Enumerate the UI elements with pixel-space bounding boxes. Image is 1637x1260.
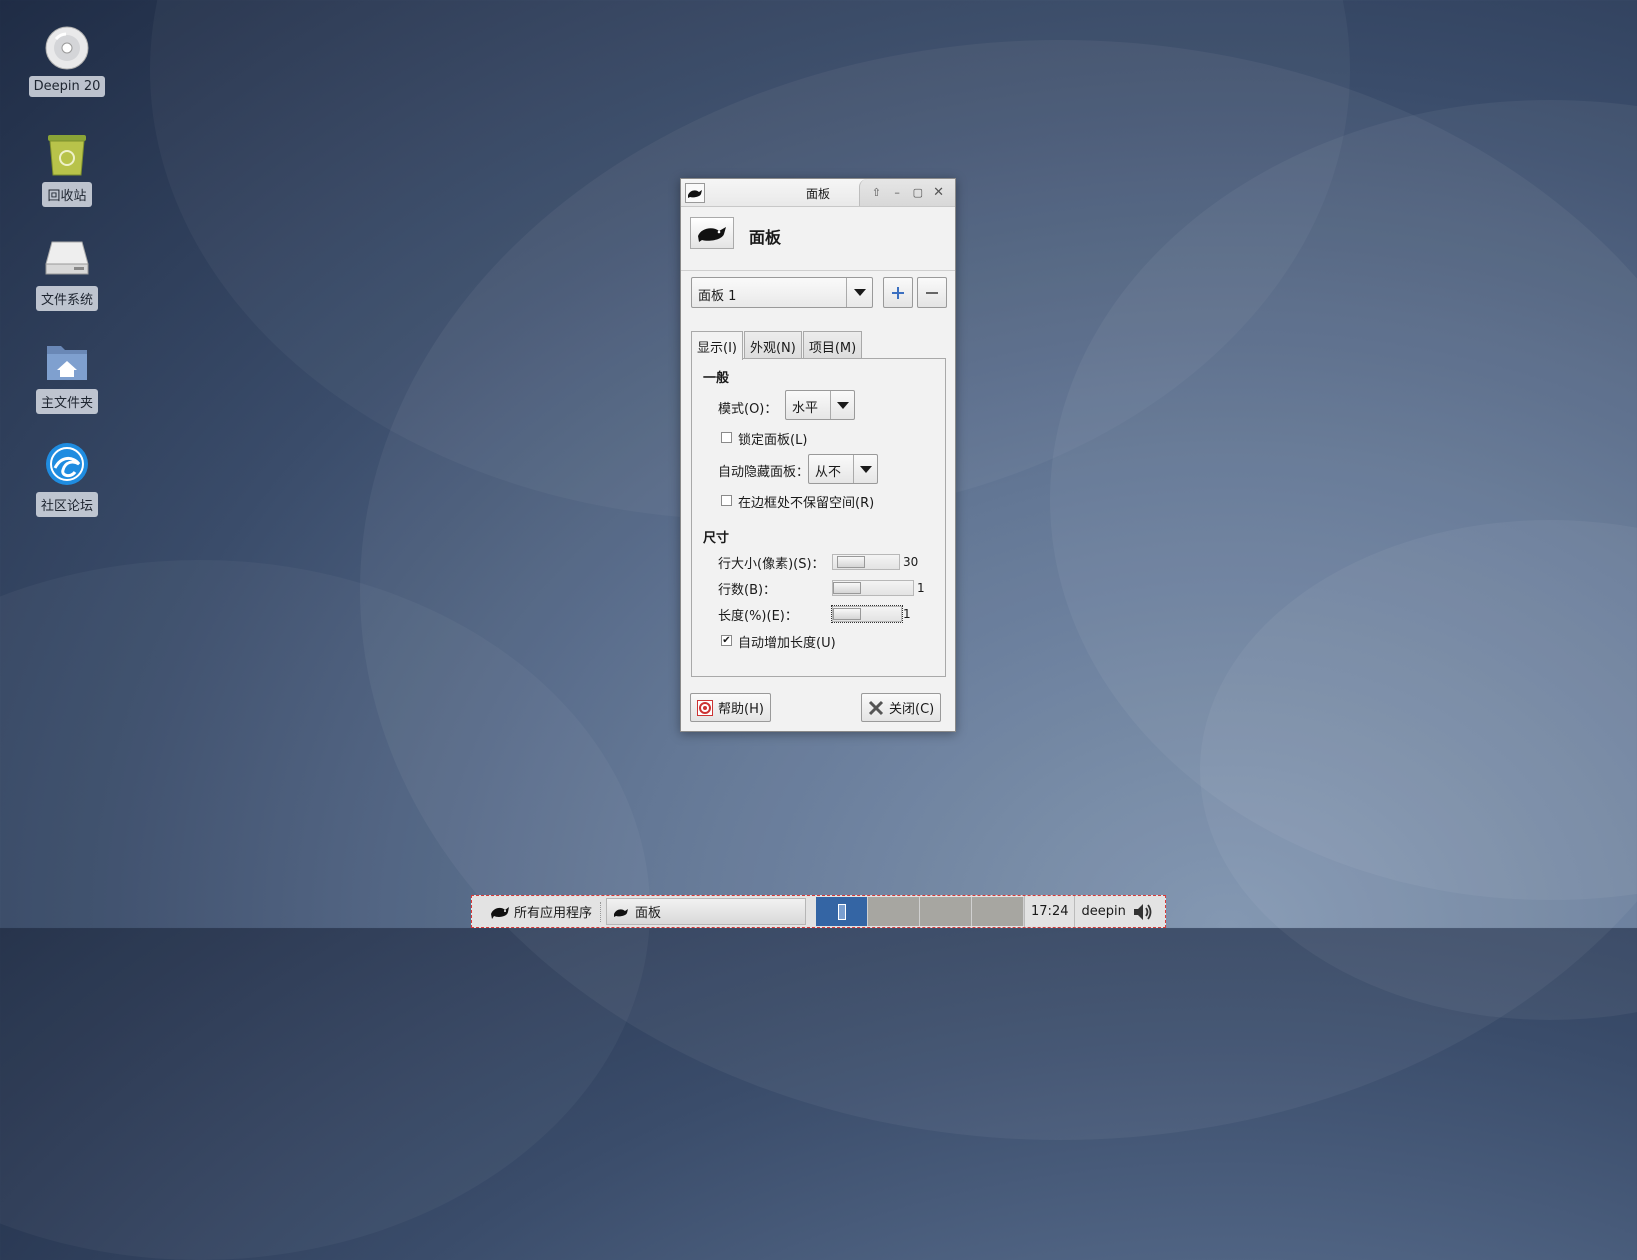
tab-bar: 显示(I) 外观(N) 项目(M) <box>691 331 863 360</box>
add-panel-button[interactable] <box>883 277 913 308</box>
help-lifebuoy-icon <box>697 699 713 716</box>
section-size-title: 尺寸 <box>703 531 730 546</box>
task-button-label: 面板 <box>635 906 662 921</box>
rows-label: 行数(B)： <box>718 583 777 598</box>
applications-menu-label: 所有应用程序 <box>514 906 593 921</box>
chevron-down-icon <box>853 455 877 483</box>
desktop-icon-label: 社区论坛 <box>35 492 98 517</box>
clock[interactable]: 17:24 <box>1024 896 1076 927</box>
autohide-label: 自动隐藏面板： <box>718 465 810 480</box>
reserve-space-checkbox[interactable] <box>721 495 732 506</box>
rows-value: 1 <box>917 581 925 595</box>
desktop-icon-trash[interactable]: 回收站 <box>30 130 104 207</box>
autohide-value: 从不 <box>815 465 842 480</box>
panel-select[interactable]: 面板 1 <box>691 277 873 308</box>
xfce-panel: 所有应用程序 面板 17:24 deepin <box>471 895 1166 928</box>
workspace-switcher <box>816 897 1025 926</box>
slider-thumb[interactable] <box>833 608 861 620</box>
help-button-label: 帮助(H) <box>718 702 764 717</box>
applications-menu-button[interactable]: 所有应用程序 <box>472 896 598 927</box>
tab-appearance[interactable]: 外观(N) <box>743 331 802 358</box>
workspace-4[interactable] <box>972 897 1025 926</box>
desktop-icon-label: 主文件夹 <box>35 389 98 414</box>
workspace-window-thumb <box>837 903 846 920</box>
desktop-icon-home[interactable]: 主文件夹 <box>30 337 104 414</box>
autohide-select[interactable]: 从不 <box>808 454 878 484</box>
workspace-2[interactable] <box>868 897 921 926</box>
help-button[interactable]: 帮助(H) <box>690 693 771 722</box>
mode-label: 模式(O)： <box>718 402 778 417</box>
length-label: 长度(%)(E)： <box>718 609 798 624</box>
lock-panel-checkbox[interactable] <box>721 432 732 443</box>
tab-items[interactable]: 项目(M) <box>802 331 863 358</box>
close-x-icon <box>868 700 884 715</box>
tab-display[interactable]: 显示(I) <box>691 331 743 360</box>
dialog-header: 面板 <box>681 207 955 271</box>
mode-value: 水平 <box>792 401 819 416</box>
chevron-down-icon <box>846 278 872 307</box>
chevron-down-icon <box>830 391 854 419</box>
home-folder-icon <box>43 337 91 385</box>
lock-panel-label: 锁定面板(L) <box>738 433 808 448</box>
disc-icon <box>43 24 91 72</box>
mode-select[interactable]: 水平 <box>785 390 855 420</box>
volume-icon[interactable] <box>1132 902 1154 922</box>
shade-icon[interactable]: ⇧ <box>869 186 883 200</box>
remove-panel-button[interactable] <box>917 277 947 308</box>
slider-thumb[interactable] <box>837 556 865 568</box>
length-slider[interactable] <box>831 605 903 623</box>
desktop-icon-forum[interactable]: 社区论坛 <box>30 440 104 517</box>
close-button[interactable]: 关闭(C) <box>861 693 942 722</box>
xfce-mouse-icon <box>614 908 629 917</box>
section-general-title: 一般 <box>703 371 730 386</box>
plus-icon <box>892 286 904 299</box>
desktop-icon-label: Deepin 20 <box>28 76 106 97</box>
close-icon[interactable]: ✕ <box>932 185 946 200</box>
length-value: 1 <box>903 607 911 621</box>
desktop-icon-filesystem[interactable]: 文件系统 <box>30 234 104 311</box>
deepin-logo-icon <box>43 440 91 488</box>
minimize-icon[interactable]: – <box>890 186 904 200</box>
tab-content-display: 一般 模式(O)： 水平 锁定面板(L) 自动隐藏面板： 从不 在边框处不保留空… <box>691 358 946 677</box>
window-controls: ⇧ – ▢ ✕ <box>859 179 955 206</box>
user-area: deepin <box>1075 902 1159 922</box>
minus-icon <box>926 291 938 294</box>
panel-separator <box>600 901 604 922</box>
row-size-value: 30 <box>903 555 919 569</box>
close-button-label: 关闭(C) <box>889 702 935 717</box>
drive-icon <box>43 234 91 282</box>
panel-preferences-dialog: 面板 ⇧ – ▢ ✕ 面板 面板 1 显示(I) 外观(N) 项目(M) 一般 <box>680 178 956 732</box>
panel-mouse-icon <box>690 217 734 249</box>
maximize-icon[interactable]: ▢ <box>911 186 925 200</box>
desktop-icon-deepin20[interactable]: Deepin 20 <box>28 24 106 97</box>
header-title: 面板 <box>749 228 782 247</box>
xfce-mouse-icon <box>491 906 509 919</box>
panel-selector-row: 面板 1 <box>691 277 947 309</box>
desktop-icon-label: 文件系统 <box>35 286 98 311</box>
row-size-slider[interactable] <box>832 554 900 570</box>
auto-length-label: 自动增加长度(U) <box>738 636 836 651</box>
panel-select-value: 面板 1 <box>698 289 737 304</box>
task-button-panel[interactable]: 面板 <box>606 898 807 925</box>
row-size-label: 行大小(像素)(S)： <box>718 557 825 572</box>
titlebar[interactable]: 面板 ⇧ – ▢ ✕ <box>681 179 955 207</box>
workspace-3[interactable] <box>920 897 973 926</box>
desktop-icon-label: 回收站 <box>42 182 92 207</box>
workspace-1[interactable] <box>816 897 869 926</box>
username[interactable]: deepin <box>1081 904 1125 919</box>
auto-length-checkbox[interactable]: ✔ <box>721 635 732 646</box>
reserve-space-label: 在边框处不保留空间(R) <box>738 496 875 511</box>
trash-icon <box>43 130 91 178</box>
slider-thumb[interactable] <box>833 582 861 594</box>
rows-slider[interactable] <box>832 580 914 596</box>
